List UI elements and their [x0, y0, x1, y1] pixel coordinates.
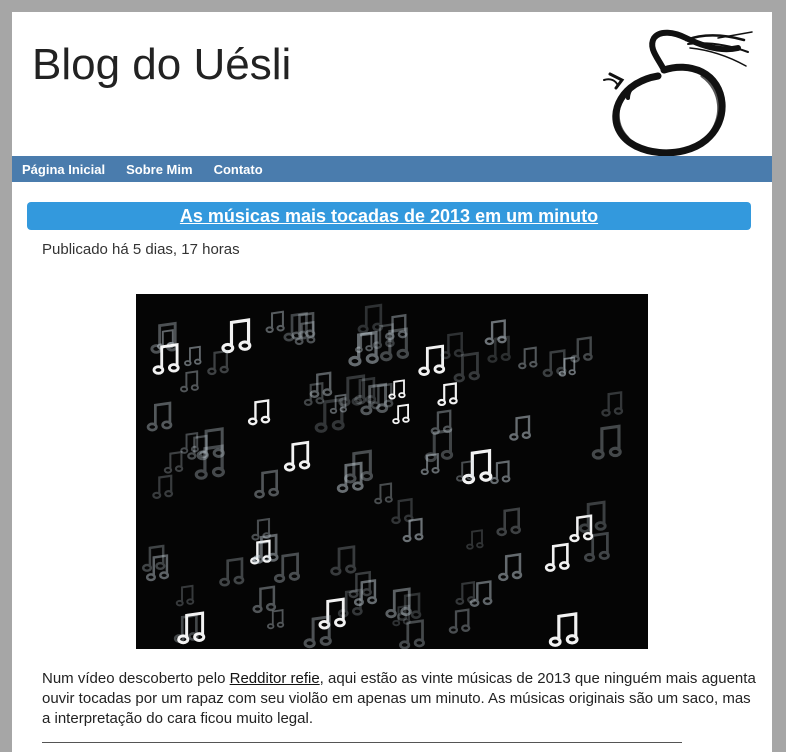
- music-note-icon: [490, 460, 511, 485]
- nav-item-home[interactable]: Página Inicial: [22, 162, 105, 177]
- music-note-icon: [207, 349, 229, 376]
- music-note-icon: [357, 303, 384, 334]
- music-note-icon: [247, 399, 271, 426]
- music-note-icon: [221, 318, 252, 354]
- music-note-icon: [318, 597, 346, 630]
- music-note-icon: [163, 450, 184, 474]
- main-nav: Página Inicial Sobre Mim Contato: [12, 156, 772, 182]
- music-note-icon: [152, 474, 174, 500]
- music-note-icon: [344, 449, 374, 484]
- music-note-icon: [399, 619, 425, 649]
- music-note-icon: [146, 401, 173, 432]
- music-note-icon: [583, 531, 610, 563]
- music-note-icon: [283, 440, 311, 472]
- music-note-icon: [184, 345, 202, 367]
- music-note-icon: [437, 382, 458, 407]
- redditor-link[interactable]: Redditor refie: [230, 670, 320, 687]
- music-note-icon: [496, 507, 522, 537]
- music-note-icon: [453, 351, 480, 383]
- music-note-icon: [448, 608, 471, 634]
- music-note-icon: [283, 311, 309, 342]
- music-note-icon: [418, 344, 446, 376]
- music-note-icon: [219, 557, 245, 587]
- music-note-icon: [518, 346, 538, 370]
- music-note-icon: [196, 427, 225, 461]
- post-body-text-1: Num vídeo descoberto pelo: [42, 670, 230, 687]
- music-note-icon: [266, 609, 285, 630]
- music-note-icon: [548, 612, 579, 647]
- ouroboros-logo-icon: [603, 29, 753, 157]
- music-note-icon: [336, 461, 364, 493]
- music-note-icon: [330, 545, 357, 576]
- music-note-icon: [374, 482, 393, 505]
- blog-title[interactable]: Blog do Uésli: [32, 40, 291, 90]
- music-note-icon: [601, 391, 624, 417]
- post-meta: Publicado há 5 dias, 17 horas: [42, 241, 240, 258]
- music-note-icon: [175, 584, 195, 607]
- music-note-icon: [303, 382, 325, 406]
- music-note-icon: [348, 330, 379, 367]
- page-container: Blog do Uésli Página Inicial Sobre Mim C…: [12, 12, 772, 752]
- music-note-icon: [391, 497, 414, 525]
- music-note-icon: [402, 517, 424, 543]
- music-note-icon: [509, 415, 532, 441]
- music-notes-photo: [136, 294, 648, 649]
- music-note-icon: [498, 552, 523, 582]
- music-note-icon: [291, 311, 316, 340]
- music-note-icon: [466, 529, 484, 550]
- music-note-icon: [273, 552, 301, 583]
- music-note-icon: [179, 370, 199, 393]
- music-note-icon: [254, 469, 280, 499]
- music-note-icon: [314, 397, 345, 433]
- music-note-icon: [440, 331, 464, 360]
- music-note-icon: [392, 403, 410, 425]
- nav-item-contact[interactable]: Contato: [214, 162, 263, 177]
- music-note-icon: [265, 310, 285, 334]
- post-body: Num vídeo descoberto pelo Redditor refie…: [42, 669, 758, 729]
- music-note-icon: [591, 424, 622, 460]
- music-note-icon: [252, 585, 277, 614]
- music-note-icon: [544, 542, 570, 572]
- post-title-bar: As músicas mais tocadas de 2013 em um mi…: [27, 202, 751, 230]
- nav-item-about[interactable]: Sobre Mim: [126, 162, 192, 177]
- post-title-link[interactable]: As músicas mais tocadas de 2013 em um mi…: [180, 206, 598, 227]
